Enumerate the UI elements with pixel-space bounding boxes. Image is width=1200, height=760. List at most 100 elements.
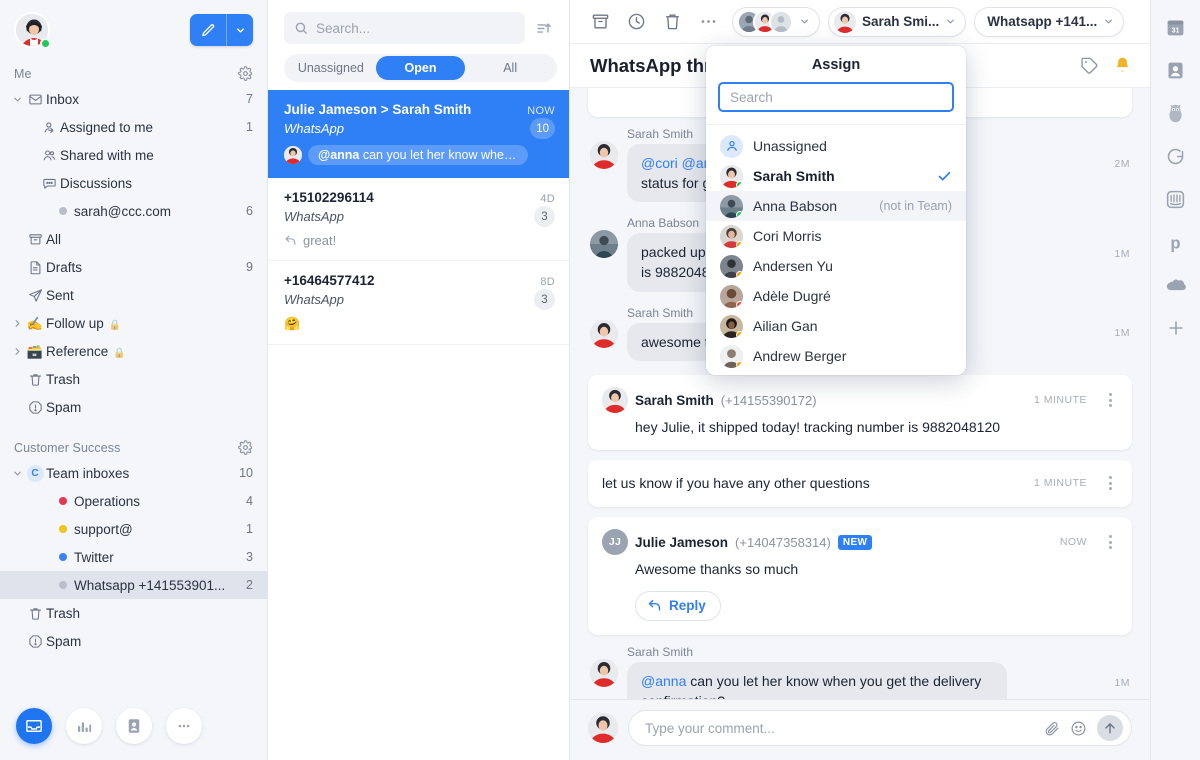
assign-option-sarah-smith[interactable]: Sarah Smith — [706, 161, 966, 191]
filter-tab-all[interactable]: All — [465, 56, 555, 80]
inbox-nav-button[interactable] — [16, 708, 52, 744]
comment-input[interactable] — [645, 720, 1033, 736]
assign-option-label: Andersen Yu — [753, 258, 833, 274]
compose-dropdown-button[interactable] — [227, 14, 253, 46]
pipedrive-p-icon[interactable]: p — [1163, 229, 1189, 255]
bell-icon[interactable] — [1113, 56, 1132, 75]
mention[interactable]: @anna — [641, 673, 686, 689]
circle-g-icon[interactable] — [1163, 143, 1189, 169]
inbox-chip[interactable]: Whatsapp +141... — [974, 6, 1125, 37]
assign-option-andrew-berger[interactable]: Andrew Berger — [706, 341, 966, 371]
message-menu-icon[interactable] — [1102, 476, 1118, 491]
sidebar-item-drafts[interactable]: Drafts 9 — [0, 253, 267, 281]
more-ellipsis-icon[interactable] — [692, 6, 724, 38]
conversation-list-item[interactable]: Julie Jameson > Sarah Smith NOW WhatsApp 10… — [268, 90, 569, 178]
sidebar-me-list: Inbox 7 Assigned to me 1 Shared with me Discu… — [0, 85, 267, 421]
message-menu-icon[interactable] — [1102, 535, 1118, 550]
mascot-icon[interactable] — [1163, 100, 1189, 126]
section-team-settings-icon[interactable] — [238, 440, 253, 455]
salesforce-cloud-icon[interactable] — [1163, 272, 1189, 298]
intercom-icon[interactable] — [1163, 186, 1189, 212]
avatar — [590, 230, 618, 259]
contacts-nav-button[interactable] — [116, 708, 152, 744]
sidebar-item-trash[interactable]: Trash — [0, 599, 267, 627]
conversation-list-item[interactable]: +16464577412 8D WhatsApp 3 🤗 — [268, 261, 569, 345]
send-button[interactable] — [1097, 715, 1123, 741]
sidebar-item-label: Drafts — [46, 259, 83, 275]
sidebar-item-count: 3 — [246, 550, 253, 564]
avatar — [590, 319, 618, 348]
assign-option-anna-babson[interactable]: Anna Babson (not in Team) — [706, 191, 966, 221]
chevron-down-icon — [799, 16, 810, 27]
emoji-icon[interactable] — [1070, 720, 1087, 737]
filter-tab-open[interactable]: Open — [375, 56, 466, 80]
list-search-row — [268, 0, 569, 52]
contact-card-icon[interactable] — [1163, 57, 1189, 83]
chevron-icon[interactable] — [10, 94, 24, 105]
assign-dropdown[interactable]: Assign Unassigned Sarah Smith Anna Babson (… — [706, 46, 966, 375]
conversation-channel: WhatsApp — [284, 292, 344, 307]
assign-option-ad-le-dugr[interactable]: Adèle Dugré — [706, 281, 966, 311]
sidebar-item-sarah-ccc-com[interactable]: sarah@ccc.com 6 — [0, 197, 267, 225]
paperclip-icon[interactable] — [1043, 720, 1060, 737]
sidebar-item-assigned-to-me[interactable]: Assigned to me 1 — [0, 113, 267, 141]
sidebar-item-operations[interactable]: Operations 4 — [0, 487, 267, 515]
composer-field[interactable] — [628, 710, 1132, 746]
reports-nav-button[interactable] — [66, 708, 102, 744]
sidebar-item-support[interactable]: support@ 1 — [0, 515, 267, 543]
mention[interactable]: @cori @an — [641, 155, 711, 171]
sidebar-item-reference[interactable]: 🗃️ Reference 🔒 — [0, 337, 267, 365]
assignee-chip[interactable]: Sarah Smi... — [828, 6, 967, 37]
sidebar-item-team-inboxes[interactable]: C Team inboxes 10 — [0, 459, 267, 487]
avatar[interactable] — [14, 12, 51, 49]
trash-icon[interactable] — [656, 6, 688, 38]
reply-button[interactable]: Reply — [635, 590, 721, 621]
sidebar-item-label: Sent — [46, 287, 74, 303]
conversation-time: 8D — [540, 276, 555, 288]
sidebar-item-spam[interactable]: Spam — [0, 627, 267, 655]
section-me-settings-icon[interactable] — [238, 66, 253, 81]
assign-option-andersen-yu[interactable]: Andersen Yu — [706, 251, 966, 281]
dot-gray — [52, 207, 74, 215]
dot-yellow — [52, 525, 74, 533]
sidebar-item-count: 9 — [246, 260, 253, 274]
assign-option-unassigned[interactable]: Unassigned — [706, 131, 966, 161]
sidebar-item-label: support@ — [74, 521, 133, 537]
message-author: Julie Jameson — [635, 534, 729, 550]
avatar — [590, 658, 618, 687]
conversation-list-item[interactable]: +15102296114 4D WhatsApp 3 great! — [268, 178, 569, 261]
assign-option-ailian-gan[interactable]: Ailian Gan — [706, 311, 966, 341]
snooze-clock-icon[interactable] — [620, 6, 652, 38]
participants-chip[interactable] — [732, 6, 820, 37]
sidebar-item-inbox[interactable]: Inbox 7 — [0, 85, 267, 113]
chevron-icon[interactable] — [10, 346, 24, 357]
sidebar-item-count: 4 — [246, 494, 253, 508]
sidebar-item-shared-with-me[interactable]: Shared with me — [0, 141, 267, 169]
sidebar-item-whatsapp-141553901[interactable]: Whatsapp +141553901... 2 — [0, 571, 267, 599]
sidebar-item-twitter[interactable]: Twitter 3 — [0, 543, 267, 571]
archive-icon[interactable] — [584, 6, 616, 38]
assign-option-cori-morris[interactable]: Cori Morris — [706, 221, 966, 251]
sort-ascending-icon[interactable] — [531, 15, 557, 41]
calendar-icon[interactable]: 31 — [1163, 14, 1189, 40]
add-app-icon[interactable] — [1163, 315, 1189, 341]
sidebar-item-spam[interactable]: Spam — [0, 393, 267, 421]
search-input[interactable] — [316, 20, 515, 36]
avatar — [602, 387, 628, 414]
sidebar-item-sent[interactable]: Sent — [0, 281, 267, 309]
chevron-icon[interactable] — [10, 468, 24, 479]
compose-button[interactable] — [190, 14, 253, 46]
search-box[interactable] — [284, 12, 525, 44]
more-nav-button[interactable] — [166, 708, 202, 744]
sidebar-item-trash[interactable]: Trash — [0, 365, 267, 393]
tag-icon[interactable] — [1080, 56, 1099, 75]
page-title: WhatsApp thr — [590, 54, 712, 76]
message-menu-icon[interactable] — [1102, 393, 1118, 408]
sidebar-item-all[interactable]: All — [0, 225, 267, 253]
sidebar-item-follow-up[interactable]: ✍️ Follow up 🔒 — [0, 309, 267, 337]
check-icon — [937, 169, 952, 184]
assign-search-input[interactable] — [718, 82, 954, 112]
filter-tab-unassigned[interactable]: Unassigned — [286, 56, 376, 80]
sidebar-item-discussions[interactable]: Discussions — [0, 169, 267, 197]
chevron-icon[interactable] — [10, 318, 24, 329]
